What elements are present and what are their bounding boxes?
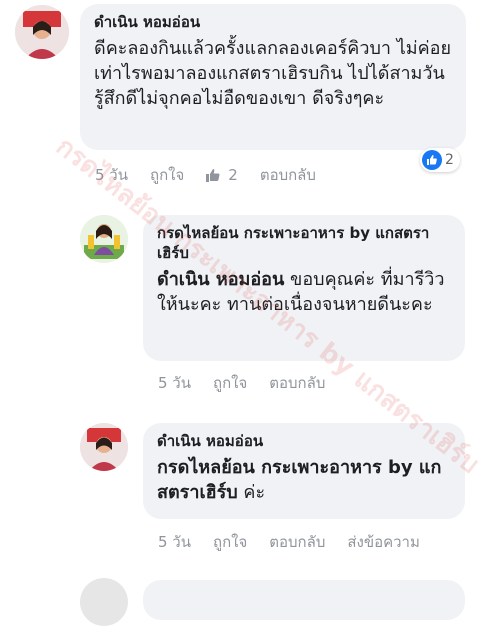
reply-actions: 5 วัน ถูกใจ ตอบกลับ [158,371,325,395]
reply-time[interactable]: 5 วัน [158,530,191,554]
mention-link[interactable]: กรดไหลย้อน กระเพาะอาหาร by แกสตราเฮิร์บ [157,457,441,503]
next-bubble [143,580,465,620]
thumbs-up-reaction-icon [422,150,442,170]
profile-photo-icon [15,5,69,59]
avatar-damnoen[interactable] [15,5,69,59]
avatar-page[interactable] [80,215,128,263]
comment-author[interactable]: ดำเนิน หอมอ่อน [94,12,452,32]
reply-bubble: กรดไหลย้อน กระเพาะอาหาร by แกสตราเฮิร์บ … [143,215,465,361]
avatar-damnoen[interactable] [80,423,128,471]
reply-actions: 5 วัน ถูกใจ ตอบกลับ ส่งข้อความ [158,530,420,554]
reply-button[interactable]: ตอบกลับ [260,163,316,187]
reply-time[interactable]: 5 วัน [158,371,191,395]
page-logo-icon [80,215,128,263]
comment-actions: 5 วัน ถูกใจ 2 ตอบกลับ [95,163,316,187]
reply-body: ค่ะ [243,482,266,503]
avatar-next[interactable] [80,578,128,626]
reaction-count: 2 [445,152,454,168]
reaction-summary[interactable]: 2 [420,148,460,172]
comment-text: ดีคะลองกินแล้วครั้งแลกลองเคอร์คิวบา ไม่ค… [94,38,452,109]
like-button[interactable]: ถูกใจ [150,163,184,187]
comment-bubble: ดำเนิน หอมอ่อน ดีคะลองกินแล้วครั้งแลกลอง… [80,4,466,150]
like-button[interactable]: ถูกใจ [213,371,247,395]
like-count[interactable]: 2 [206,166,238,184]
thumbs-up-icon [206,169,220,182]
reply-author[interactable]: กรดไหลย้อน กระเพาะอาหาร by แกสตราเฮิร์บ [157,223,451,263]
reply-button[interactable]: ตอบกลับ [269,530,325,554]
reply-author[interactable]: ดำเนิน หอมอ่อน [157,431,451,451]
reply-text: กรดไหลย้อน กระเพาะอาหาร by แกสตราเฮิร์บ … [157,455,451,505]
message-button[interactable]: ส่งข้อความ [347,530,420,554]
profile-photo-icon [80,423,128,471]
mention-link[interactable]: ดำเนิน หอมอ่อน [157,269,284,290]
comment-time[interactable]: 5 วัน [95,163,128,187]
reply-bubble: ดำเนิน หอมอ่อน กรดไหลย้อน กระเพาะอาหาร b… [143,423,465,519]
like-count-value: 2 [228,166,238,184]
like-button[interactable]: ถูกใจ [213,530,247,554]
reply-button[interactable]: ตอบกลับ [269,371,325,395]
reply-text: ดำเนิน หอมอ่อน ขอบคุณค่ะ ที่มารีวิวให้นะ… [157,267,451,317]
